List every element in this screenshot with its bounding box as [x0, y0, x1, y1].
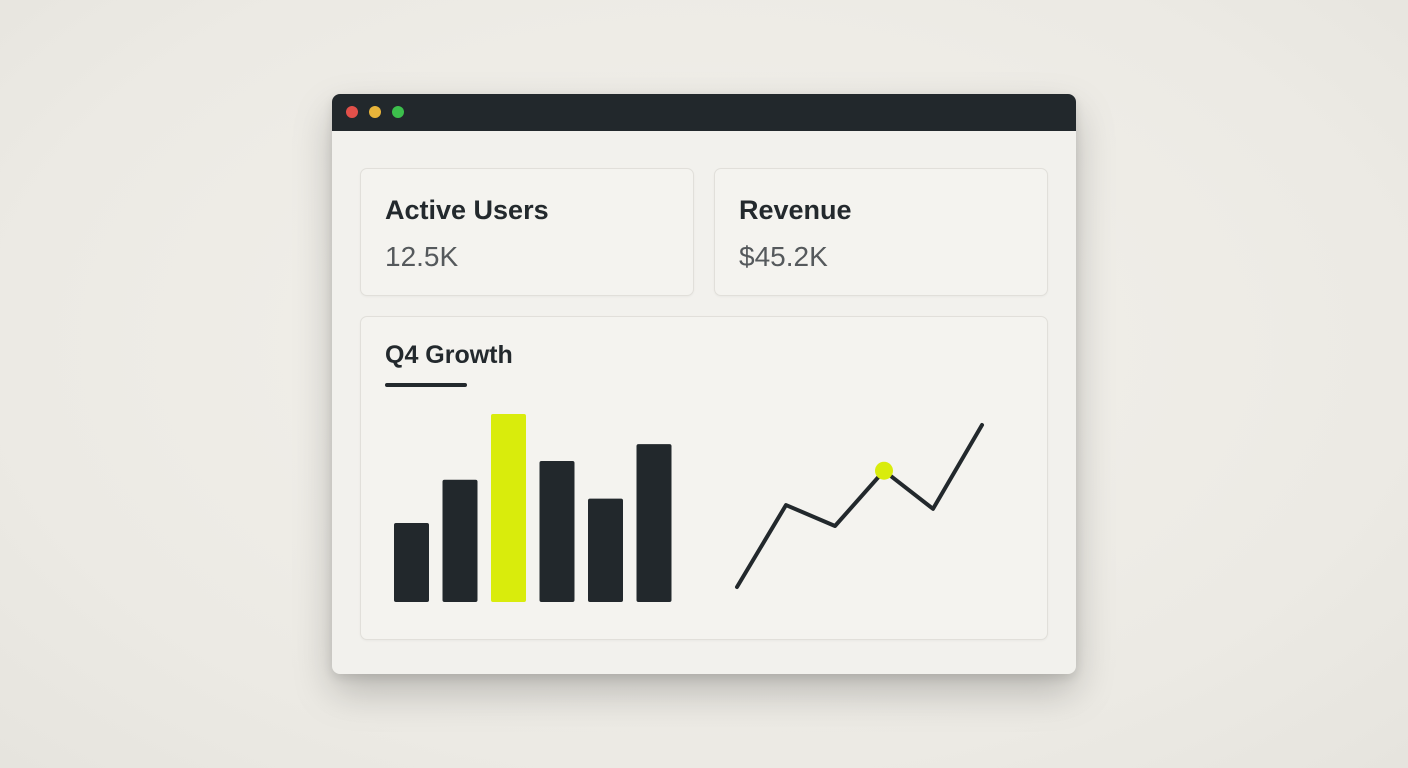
bar-1: [394, 523, 429, 602]
minimize-window-button[interactable]: [369, 106, 381, 118]
bar-6: [636, 444, 672, 602]
dashboard-window: Active Users 12.5K Revenue $45.2K Q4 Gro…: [332, 94, 1076, 674]
growth-charts: [394, 414, 984, 602]
title-bar: [332, 94, 1076, 131]
active-users-card: Active Users 12.5K: [360, 168, 694, 296]
q4-growth-card: Q4 Growth: [360, 316, 1048, 640]
bar-3: [491, 414, 526, 602]
maximize-window-button[interactable]: [392, 106, 404, 118]
bar-4: [539, 461, 575, 602]
bar-5: [588, 498, 623, 602]
revenue-label: Revenue: [739, 195, 852, 225]
revenue-card: Revenue $45.2K: [714, 168, 1048, 296]
bar-2: [442, 479, 478, 602]
growth-line: [735, 423, 984, 589]
close-window-button[interactable]: [346, 106, 358, 118]
active-users-value: 12.5K: [385, 241, 459, 272]
active-users-label: Active Users: [385, 195, 549, 225]
revenue-value: $45.2K: [739, 241, 828, 272]
highlight-point: [875, 461, 893, 480]
